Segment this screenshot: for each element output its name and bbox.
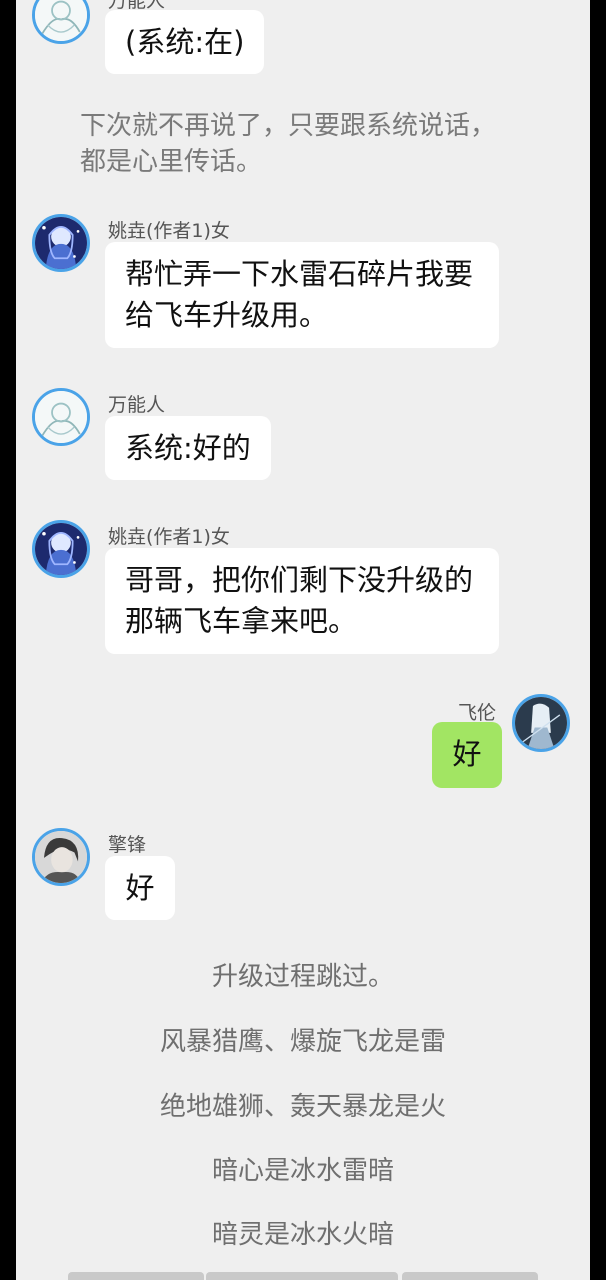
message-bubble[interactable]: (系统:在) — [105, 10, 265, 74]
sender-name: 姚垚(作者1)女 — [108, 220, 230, 242]
narration-text: 下次就不再说了，只要跟系统说话，都是心里传话。 — [80, 111, 497, 177]
blue-anime-girl-avatar-icon — [35, 523, 87, 575]
bottom-toolbar-segment[interactable] — [402, 1272, 538, 1280]
message-bubble-self[interactable]: 好 — [432, 722, 502, 788]
blue-anime-girl-avatar-icon — [35, 217, 87, 269]
sketch-figure-avatar-icon — [35, 0, 87, 41]
message-bubble[interactable]: 哥哥，把你们剩下没升级的那辆飞车拿来吧。 — [105, 548, 499, 654]
avatar-yaoyao[interactable] — [32, 520, 90, 578]
bottom-toolbar-segment[interactable] — [206, 1272, 398, 1280]
avatar-wanneng[interactable] — [32, 388, 90, 446]
dark-haired-character-avatar-icon — [35, 831, 87, 883]
center-line: 暗灵是冰水火暗 — [211, 1220, 394, 1250]
chat-screen[interactable]: 万能人 (系统:在) 下次就不再说了，只要跟系统说话，都是心里传话。 姚垚(作者… — [16, 0, 590, 1280]
sketch-figure-avatar-icon — [35, 391, 87, 443]
sender-name: 姚垚(作者1)女 — [108, 526, 230, 548]
white-haired-character-avatar-icon — [515, 697, 567, 749]
message-bubble[interactable]: 好 — [105, 856, 175, 920]
sender-name: 飞伦 — [458, 702, 497, 724]
center-line: 升级过程跳过。 — [211, 962, 394, 992]
avatar-yaoyao[interactable] — [32, 214, 90, 272]
sender-name: 擎锋 — [108, 834, 147, 856]
bottom-toolbar-segment[interactable] — [68, 1272, 204, 1280]
sender-name: 万能人 — [108, 394, 166, 416]
center-line: 绝地雄狮、轰天暴龙是火 — [159, 1092, 446, 1122]
center-line: 风暴猎鹰、爆旋飞龙是雷 — [159, 1027, 446, 1057]
avatar-feilun[interactable] — [512, 694, 570, 752]
message-bubble[interactable]: 帮忙弄一下水雷石碎片我要给飞车升级用。 — [105, 242, 499, 348]
message-bubble[interactable]: 系统:好的 — [105, 416, 271, 480]
center-line: 暗心是冰水雷暗 — [211, 1156, 394, 1186]
avatar-wanneng[interactable] — [32, 0, 90, 44]
avatar-qingfeng[interactable] — [32, 828, 90, 886]
